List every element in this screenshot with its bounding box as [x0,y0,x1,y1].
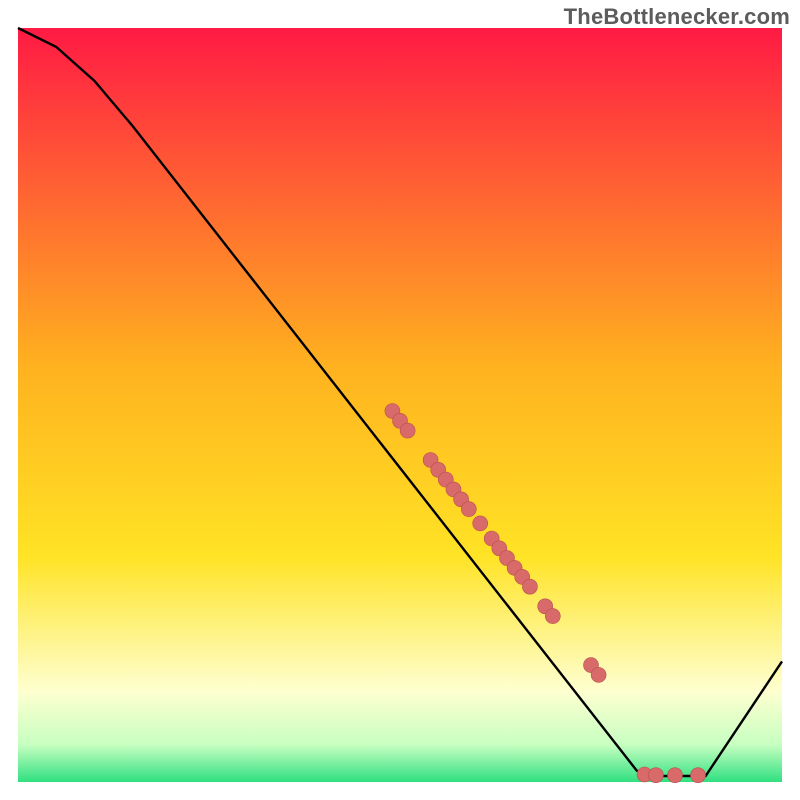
data-point [648,768,663,783]
heatmap-background [18,28,782,782]
data-point [473,516,488,531]
data-point [668,768,683,783]
data-point [400,423,415,438]
data-point [545,609,560,624]
data-point [591,667,606,682]
chart-container: TheBottlenecker.com [0,0,800,800]
data-point [691,768,706,783]
data-point [461,502,476,517]
data-point [522,579,537,594]
bottleneck-chart [0,0,800,800]
